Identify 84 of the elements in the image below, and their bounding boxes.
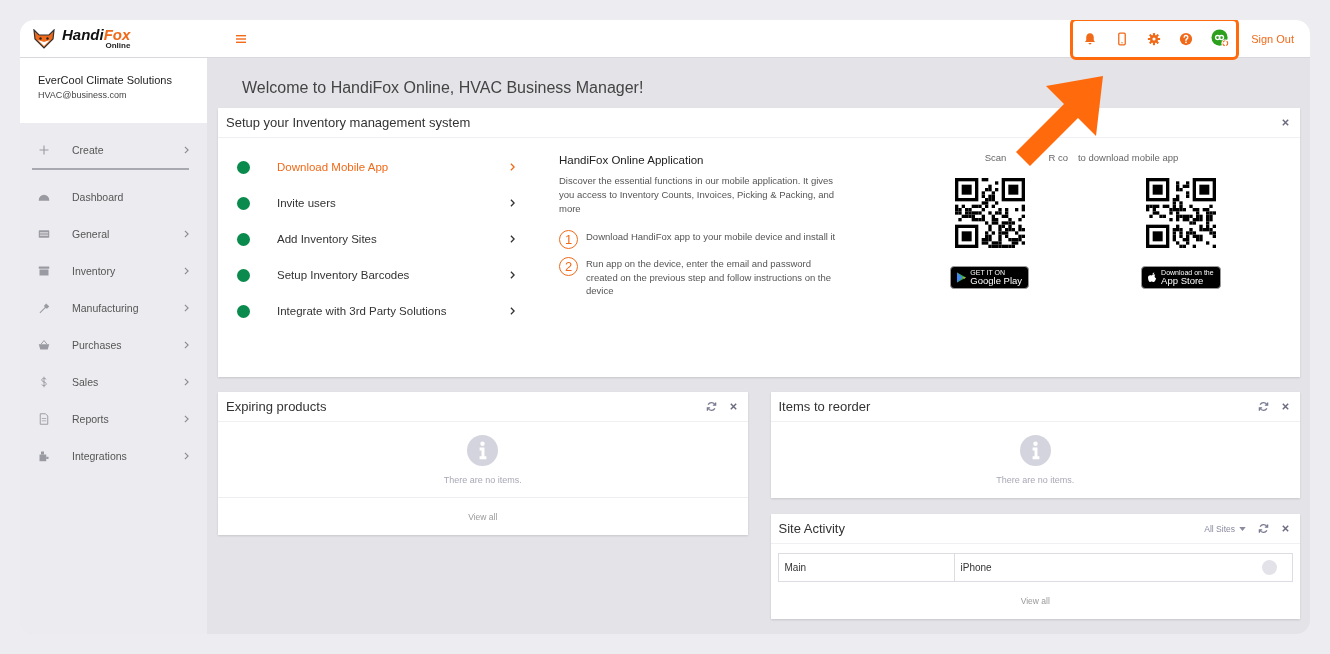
dollar-icon xyxy=(38,376,50,388)
status-dot xyxy=(237,304,250,318)
fox-logo-icon xyxy=(32,28,56,49)
sidebar-item[interactable]: Sales xyxy=(20,371,207,393)
sidebar-item[interactable]: Inventory xyxy=(20,260,207,282)
chevron-icon xyxy=(510,271,515,279)
chevron-icon xyxy=(184,146,189,154)
apple-icon xyxy=(1148,271,1158,283)
info-icon xyxy=(467,434,499,466)
chevron-icon xyxy=(184,415,189,423)
chevron-icon xyxy=(510,307,515,315)
card-title: Items to reorder xyxy=(778,399,872,414)
sidebar-item[interactable]: Manufacturing xyxy=(20,297,207,319)
qr-code xyxy=(954,178,1025,248)
section-title: HandiFox Online Application xyxy=(559,154,705,166)
qr-code xyxy=(1145,178,1216,248)
basket-icon xyxy=(38,339,50,351)
sidebar-item[interactable]: General xyxy=(20,223,207,245)
sidebar-item[interactable]: Dashboard xyxy=(20,186,207,208)
status-dot xyxy=(237,268,250,282)
chevron-icon xyxy=(184,304,189,312)
chevron-icon xyxy=(510,235,515,243)
card-title: Expiring products xyxy=(226,399,328,414)
site-filter-dropdown[interactable]: All Sites xyxy=(1204,523,1246,534)
chevron-icon xyxy=(184,341,189,349)
chevron-icon xyxy=(184,230,189,238)
setup-step[interactable]: Add Inventory Sites xyxy=(237,221,537,257)
badge-title: App Store xyxy=(1161,276,1205,286)
plus-icon xyxy=(38,144,50,156)
setup-step[interactable]: Setup Inventory Barcodes xyxy=(237,257,537,293)
empty-message: There are no items. xyxy=(443,474,522,485)
caret-icon xyxy=(1239,526,1246,531)
close-icon[interactable] xyxy=(1281,118,1290,127)
sidebar-item[interactable]: Purchases xyxy=(20,334,207,356)
badge-title: Google Play xyxy=(970,276,1023,286)
status-dot xyxy=(237,196,250,210)
logo-text: Fox xyxy=(103,26,131,43)
company-name: EverCool Climate Solutions xyxy=(38,74,173,86)
close-icon[interactable] xyxy=(728,402,738,411)
table-cell: Main xyxy=(778,554,955,581)
card-title: Site Activity xyxy=(778,521,846,536)
setup-step[interactable]: Integrate with 3rd Party Solutions xyxy=(237,293,537,329)
help-icon[interactable] xyxy=(1179,31,1194,46)
status-dot xyxy=(237,160,250,174)
sync-status-icon[interactable] xyxy=(1211,29,1231,48)
refresh-icon[interactable] xyxy=(1258,523,1269,534)
document-icon xyxy=(38,413,50,425)
info-icon xyxy=(1019,435,1051,466)
instruction-text: Run app on the device, enter the email and password created on the previous step and follow instructions on the device xyxy=(586,257,833,298)
sidebar-item[interactable]: Integrations xyxy=(20,445,207,467)
chevron-icon xyxy=(510,199,515,207)
instruction-text: Download HandiFox app to your mobile device and install it xyxy=(586,230,836,244)
refresh-icon[interactable] xyxy=(705,401,717,412)
hammer-icon xyxy=(38,302,50,314)
table-icon xyxy=(38,228,50,240)
close-icon[interactable] xyxy=(1281,524,1290,533)
chevron-icon xyxy=(510,163,515,171)
chevron-icon xyxy=(184,452,189,460)
table-cell-text: iPhone xyxy=(959,561,993,575)
page-title: Welcome to HandiFox Online, HVAC Business Manager! xyxy=(242,79,645,97)
setup-step[interactable]: Invite users xyxy=(237,185,537,221)
settings-icon[interactable] xyxy=(1147,31,1162,46)
sidebar-item[interactable]: Create xyxy=(20,139,207,161)
logo-text: Handi xyxy=(62,26,104,43)
puzzle-icon xyxy=(38,450,50,462)
bell-icon[interactable] xyxy=(1083,31,1098,46)
empty-message: There are no items. xyxy=(996,475,1075,485)
chevron-icon xyxy=(184,378,189,386)
close-icon[interactable] xyxy=(1281,402,1290,411)
chevron-icon xyxy=(184,267,189,275)
status-indicator xyxy=(1262,560,1277,575)
logo-subtitle: Online xyxy=(105,42,131,50)
card-title: Setup your Inventory management system xyxy=(226,115,472,130)
box-icon xyxy=(38,265,50,277)
hint-text: Scan xyxy=(984,152,1007,163)
description-text: Discover the essential functions in our mobile application. It gives you access to Inventory Counts, Invoices, Picking & Packing, and more xyxy=(559,174,836,216)
play-icon xyxy=(957,271,967,283)
status-dot xyxy=(237,232,250,246)
menu-icon[interactable] xyxy=(236,34,246,43)
hint-text: to download mobile app xyxy=(1077,152,1179,163)
sidebar-item[interactable]: Reports xyxy=(20,408,207,430)
refresh-icon[interactable] xyxy=(1258,401,1269,412)
hint-text: R co xyxy=(1048,152,1068,163)
account-email: HVAC@business.com xyxy=(38,90,128,100)
